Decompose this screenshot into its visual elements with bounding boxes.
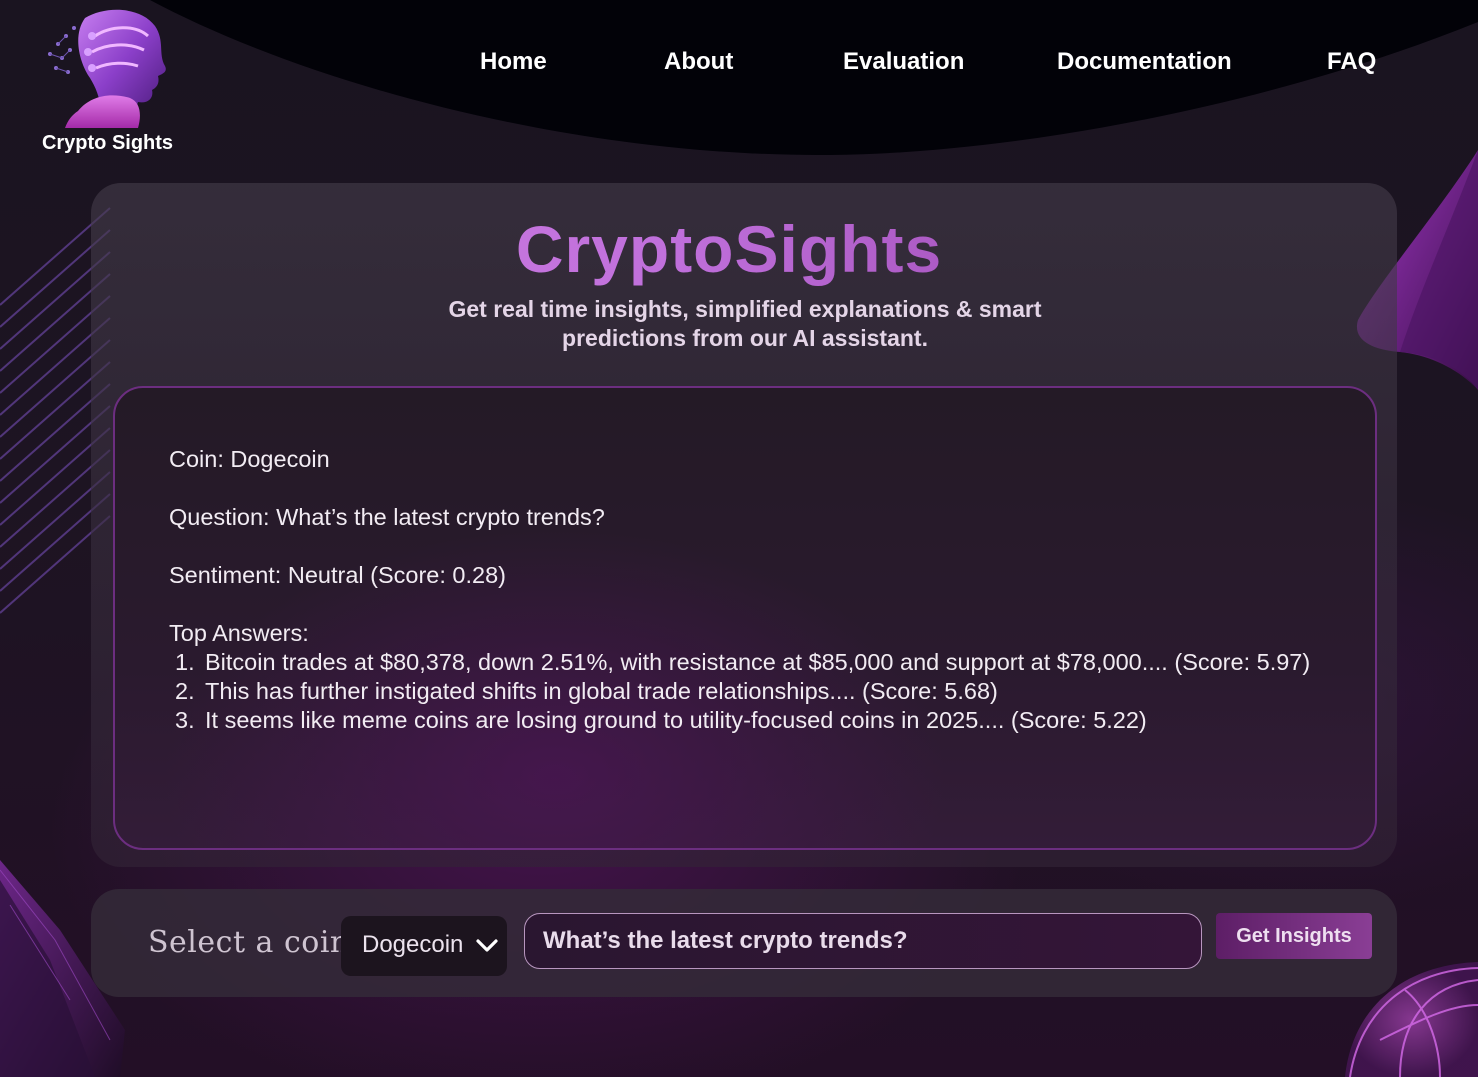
nav-item-evaluation[interactable]: Evaluation <box>843 48 964 76</box>
select-coin-label: Select a coin: <box>148 925 361 960</box>
result-answers-heading: Top Answers: <box>169 620 309 646</box>
coin-select-dropdown[interactable]: Dogecoin <box>341 916 507 976</box>
result-coin: Coin: Dogecoin <box>169 446 330 472</box>
brand-logo-text: Crypto Sights <box>41 132 174 154</box>
answer-item: 3. It seems like meme coins are losing g… <box>169 706 1359 735</box>
top-answers-list: 1. Bitcoin trades at $80,378, down 2.51%… <box>169 648 1359 735</box>
page-title: CryptoSights <box>91 211 1367 287</box>
insights-result-panel: Coin: Dogecoin Question: What’s the late… <box>113 386 1377 850</box>
question-input[interactable] <box>524 913 1202 969</box>
nav-item-home[interactable]: Home <box>480 48 547 76</box>
answer-item: 2. This has further instigated shifts in… <box>169 677 1359 706</box>
get-insights-button[interactable]: Get Insights <box>1216 913 1372 959</box>
query-bar: Select a coin: Dogecoin Get Insights <box>91 889 1397 997</box>
answer-number: 2. <box>175 678 195 704</box>
main-nav: Home About Evaluation Documentation FAQ <box>0 48 1478 82</box>
answer-text: It seems like meme coins are losing grou… <box>205 707 1147 733</box>
answer-item: 1. Bitcoin trades at $80,378, down 2.51%… <box>169 648 1359 677</box>
hero-card: CryptoSights Get real time insights, sim… <box>91 183 1397 867</box>
result-sentiment: Sentiment: Neutral (Score: 0.28) <box>169 562 506 588</box>
answer-text: Bitcoin trades at $80,378, down 2.51%, w… <box>205 649 1311 675</box>
result-question: Question: What’s the latest crypto trend… <box>169 504 605 530</box>
page-subtitle: Get real time insights, simplified expla… <box>448 296 1042 351</box>
answer-number: 3. <box>175 707 195 733</box>
nav-item-about[interactable]: About <box>664 48 733 76</box>
nav-item-faq[interactable]: FAQ <box>1327 48 1376 76</box>
coin-select-value: Dogecoin <box>362 931 464 958</box>
answer-number: 1. <box>175 649 195 675</box>
answer-text: This has further instigated shifts in gl… <box>205 678 998 704</box>
nav-item-documentation[interactable]: Documentation <box>1057 48 1232 76</box>
chevron-down-icon <box>476 939 498 952</box>
